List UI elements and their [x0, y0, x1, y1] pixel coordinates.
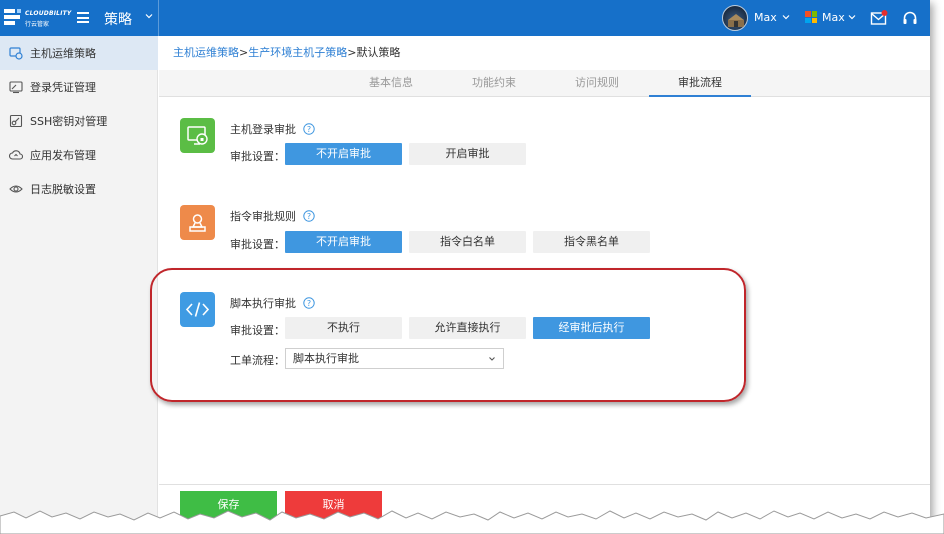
cloud-upload-icon: [9, 150, 23, 160]
headset-icon[interactable]: [902, 10, 918, 26]
app-title[interactable]: 策略: [104, 9, 132, 29]
command-section-icon: [180, 205, 215, 240]
help-icon[interactable]: ?: [302, 210, 315, 222]
monitor-lock-icon: [187, 126, 208, 145]
tab-feature-constraints[interactable]: 功能约束: [443, 70, 545, 97]
chevron-down-icon[interactable]: [848, 13, 856, 21]
help-icon[interactable]: ?: [302, 123, 315, 135]
svg-text:?: ?: [306, 125, 310, 134]
breadcrumb-link[interactable]: 主机运维策略: [173, 46, 239, 59]
breadcrumb-link[interactable]: 生产环境主机子策略: [248, 46, 347, 59]
option-command-blacklist[interactable]: 指令黑名单: [533, 231, 650, 253]
divider: [158, 0, 159, 36]
option-enable-approval[interactable]: 开启审批: [409, 143, 526, 165]
workflow-label: 工单流程：: [230, 354, 285, 367]
brand-subtitle: 行云管家: [25, 21, 50, 28]
sidebar-item-label: 应用发布管理: [30, 149, 96, 162]
chevron-down-icon[interactable]: [782, 13, 790, 21]
approval-setting-label: 审批设置：: [230, 238, 285, 251]
host-policy-icon: [9, 47, 23, 60]
stamp-icon: [189, 214, 206, 232]
help-icon[interactable]: ?: [302, 297, 315, 309]
option-allow-direct-execute[interactable]: 允许直接执行: [409, 317, 526, 339]
workflow-select[interactable]: 脚本执行审批: [285, 348, 504, 369]
breadcrumb-current: 默认策略: [356, 46, 401, 59]
approval-setting-label: 审批设置：: [230, 324, 285, 337]
sidebar: 主机运维策略 登录凭证管理 SSH密钥对管理 应用发布管理 日志脱敏设置: [0, 36, 158, 520]
section-title-text: 主机登录审批: [230, 123, 296, 136]
section-title-text: 脚本执行审批: [230, 297, 296, 310]
option-execute-after-approval[interactable]: 经审批后执行: [533, 317, 650, 339]
section-title: 脚本执行审批 ?: [230, 295, 315, 311]
eye-icon: [9, 185, 23, 193]
workflow-select-value: 脚本执行审批: [293, 352, 359, 365]
option-no-approval[interactable]: 不开启审批: [285, 143, 402, 165]
microsoft-logo-icon: [805, 11, 817, 23]
approval-setting-label: 审批设置：: [230, 150, 285, 163]
credential-icon: [9, 81, 23, 94]
sidebar-item-log-masking[interactable]: 日志脱敏设置: [0, 172, 158, 206]
logo[interactable]: CLOUDBILITY 行云管家: [4, 7, 72, 29]
sidebar-item-label: 登录凭证管理: [30, 81, 96, 94]
sidebar-item-ssh-keys[interactable]: SSH密钥对管理: [0, 104, 158, 138]
tabs-bar: 基本信息 功能约束 访问规则 审批流程: [159, 70, 930, 97]
tab-access-rules[interactable]: 访问规则: [546, 70, 648, 97]
avatar-image-icon: [728, 14, 744, 27]
section-title: 指令审批规则 ?: [230, 208, 315, 224]
app-window: CLOUDBILITY 行云管家 策略 Max Max 主机运维策略 登录凭证管…: [0, 0, 930, 520]
sidebar-item-label: 日志脱敏设置: [30, 183, 96, 196]
footer-divider: [159, 484, 930, 485]
script-section-icon: [180, 292, 215, 327]
svg-text:?: ?: [306, 212, 310, 221]
cloudbility-logo-icon: [4, 9, 21, 25]
sidebar-item-label: SSH密钥对管理: [30, 115, 108, 128]
mail-icon[interactable]: [870, 10, 888, 26]
user-name[interactable]: Max: [754, 11, 777, 24]
section-title-text: 指令审批规则: [230, 210, 296, 223]
tab-basic-info[interactable]: 基本信息: [340, 70, 442, 97]
avatar[interactable]: [722, 5, 748, 31]
section-title: 主机登录审批 ?: [230, 121, 315, 137]
breadcrumb: 主机运维策略>生产环境主机子策略>默认策略: [173, 44, 400, 60]
sidebar-item-credentials[interactable]: 登录凭证管理: [0, 70, 158, 104]
option-command-whitelist[interactable]: 指令白名单: [409, 231, 526, 253]
ssh-key-icon: [9, 114, 23, 128]
top-bar: CLOUDBILITY 行云管家 策略 Max Max: [0, 0, 930, 36]
hamburger-menu-icon[interactable]: [77, 12, 89, 23]
code-icon: [185, 302, 210, 317]
tab-approval-workflow[interactable]: 审批流程: [649, 70, 751, 97]
sidebar-item-host-policy[interactable]: 主机运维策略: [0, 36, 158, 70]
option-do-not-execute[interactable]: 不执行: [285, 317, 402, 339]
chevron-down-icon[interactable]: [145, 12, 153, 20]
torn-edge-decoration: [0, 510, 944, 534]
breadcrumb-separator: >: [239, 46, 249, 59]
sidebar-item-label: 主机运维策略: [30, 47, 96, 60]
option-no-approval[interactable]: 不开启审批: [285, 231, 402, 253]
svg-text:?: ?: [306, 299, 310, 308]
chevron-down-icon: [489, 357, 495, 361]
tenant-name[interactable]: Max: [822, 11, 845, 24]
host-login-section-icon: [180, 118, 215, 153]
brand-name: CLOUDBILITY: [25, 10, 72, 17]
sidebar-item-app-publish[interactable]: 应用发布管理: [0, 138, 158, 172]
